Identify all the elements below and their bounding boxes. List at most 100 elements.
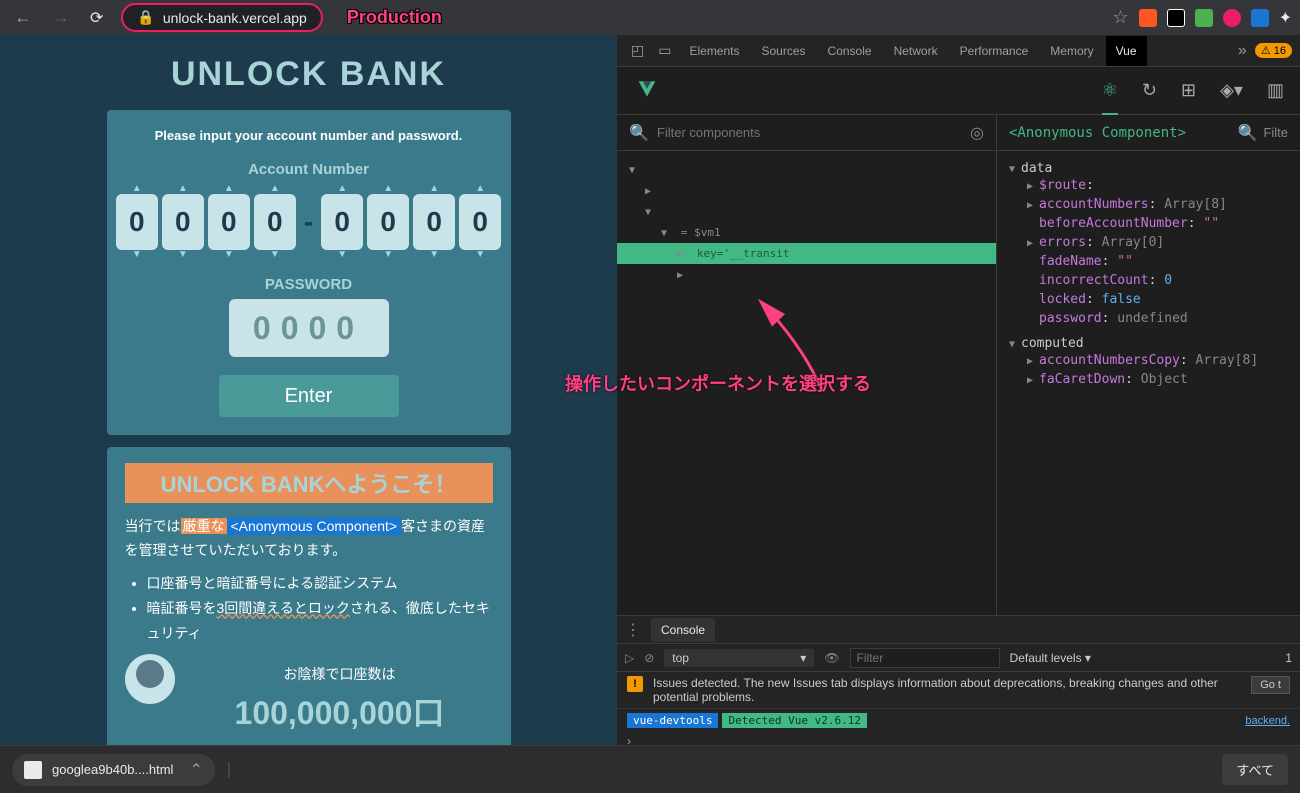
caret-up-icon[interactable]: ▲ xyxy=(270,184,280,194)
digit-box[interactable]: 0 xyxy=(459,194,501,250)
tab-elements[interactable]: Elements xyxy=(679,36,749,66)
components-tab-icon[interactable]: ⚛ xyxy=(1102,80,1118,115)
caret-down-icon[interactable]: ▼ xyxy=(475,250,485,260)
nav-forward-icon[interactable]: → xyxy=(46,7,76,28)
extension-icon[interactable] xyxy=(1167,9,1185,27)
caret-up-icon[interactable]: ▲ xyxy=(224,184,234,194)
caret-down-icon[interactable]: ▼ xyxy=(429,250,439,260)
eye-icon[interactable]: 👁 xyxy=(824,651,839,665)
data-property-row[interactable]: ▶accountNumbersCopy: Array[8] xyxy=(1009,351,1288,370)
nav-back-icon[interactable]: ← xyxy=(8,7,38,28)
list-item: 暗証番号を3回間違えるとロックされる、徹底したセキュリティ xyxy=(147,596,493,646)
timeline-tab-icon[interactable]: ↻ xyxy=(1142,80,1157,101)
caret-down-icon[interactable]: ▼ xyxy=(270,250,280,260)
select-in-page-icon[interactable]: ◎ xyxy=(970,123,984,143)
console-context-select[interactable]: top ▾ xyxy=(664,649,814,667)
enter-button[interactable]: Enter xyxy=(219,375,399,417)
bookmark-star-icon[interactable]: ☆ xyxy=(1112,7,1128,28)
caret-down-icon[interactable]: ▼ xyxy=(178,250,188,260)
store-tab-icon[interactable]: ◈▾ xyxy=(1220,80,1243,101)
extension-icon[interactable] xyxy=(1139,9,1157,27)
tab-vue[interactable]: Vue xyxy=(1106,36,1147,66)
tree-node[interactable]: ▶ xyxy=(617,180,996,201)
digit-box[interactable]: 0 xyxy=(254,194,296,250)
component-data-body[interactable]: ▼data ▶$route: ▶accountNumbers: Array[8]… xyxy=(997,151,1300,615)
console-message-row[interactable]: ! Issues detected. The new Issues tab di… xyxy=(617,672,1300,709)
extension-icon[interactable] xyxy=(1251,9,1269,27)
data-property-row[interactable]: incorrectCount: 0 xyxy=(1009,271,1288,290)
reload-icon[interactable]: ⟳ xyxy=(84,8,109,28)
warnings-badge[interactable]: ⚠ 16 xyxy=(1255,43,1292,58)
selected-component-name: <Anonymous Component> xyxy=(1009,125,1186,141)
caret-down-icon[interactable]: ▼ xyxy=(383,250,393,260)
data-property-row[interactable]: ▶accountNumbers: Array[8] xyxy=(1009,195,1288,214)
search-icon[interactable]: 🔍 xyxy=(1238,123,1258,143)
account-number-input: ▲0▼ ▲0▼ ▲0▼ ▲0▼ - ▲0▼ ▲0▼ ▲0▼ ▲0▼ xyxy=(125,184,493,260)
routes-tab-icon[interactable]: ⊞ xyxy=(1181,80,1196,101)
digit-box[interactable]: 0 xyxy=(208,194,250,250)
show-all-downloads-button[interactable]: すべて xyxy=(1222,754,1288,785)
computed-section-label[interactable]: computed xyxy=(1021,336,1084,351)
tab-memory[interactable]: Memory xyxy=(1040,36,1103,66)
caret-down-icon[interactable]: ▼ xyxy=(224,250,234,260)
data-property-row[interactable]: ▶faCaretDown: Object xyxy=(1009,370,1288,389)
digit-box[interactable]: 0 xyxy=(321,194,363,250)
caret-up-icon[interactable]: ▲ xyxy=(337,184,347,194)
caret-down-icon[interactable]: ▼ xyxy=(132,250,142,260)
digit-box[interactable]: 0 xyxy=(162,194,204,250)
avatar xyxy=(125,654,175,704)
device-toggle-icon[interactable]: ▭ xyxy=(652,42,677,59)
tree-node[interactable]: ▼ = $vm1 xyxy=(617,222,996,243)
app-viewport: UNLOCK BANK Please input your account nu… xyxy=(0,35,617,745)
data-property-row[interactable]: ▶errors: Array[0] xyxy=(1009,233,1288,252)
tab-performance[interactable]: Performance xyxy=(950,36,1039,66)
extensions-menu-icon[interactable]: ✦ xyxy=(1279,8,1292,28)
caret-up-icon[interactable]: ▲ xyxy=(178,184,188,194)
download-item[interactable]: googlea9b40b....html ⌃ xyxy=(12,754,215,786)
more-tabs-icon[interactable]: » xyxy=(1238,42,1247,60)
data-section-label[interactable]: data xyxy=(1021,161,1052,176)
data-property-row[interactable]: fadeName: "" xyxy=(1009,252,1288,271)
tree-node[interactable]: ▼ xyxy=(617,201,996,222)
console-filter-input[interactable] xyxy=(850,648,1000,668)
digit-box[interactable]: 0 xyxy=(413,194,455,250)
tab-console[interactable]: Console xyxy=(818,36,882,66)
data-property-row[interactable]: ▶$route: xyxy=(1009,176,1288,195)
vue-devtools-tag: vue-devtools xyxy=(627,713,718,728)
tab-sources[interactable]: Sources xyxy=(752,36,816,66)
console-levels-select[interactable]: Default levels ▾ xyxy=(1010,651,1091,665)
login-card: Please input your account number and pas… xyxy=(107,110,511,435)
tab-network[interactable]: Network xyxy=(884,36,948,66)
console-play-icon[interactable]: ▷ xyxy=(625,651,634,665)
console-tab[interactable]: Console xyxy=(651,618,715,642)
goto-issues-button[interactable]: Go t xyxy=(1251,676,1290,694)
tree-node[interactable]: ▶ key='__transit xyxy=(617,243,996,264)
caret-up-icon[interactable]: ▲ xyxy=(429,184,439,194)
address-bar[interactable]: 🔒 unlock-bank.vercel.app xyxy=(121,3,322,32)
tree-node[interactable]: ▼ xyxy=(617,159,996,180)
caret-up-icon[interactable]: ▲ xyxy=(383,184,393,194)
digit-box[interactable]: 0 xyxy=(116,194,158,250)
caret-down-icon[interactable]: ▼ xyxy=(337,250,347,260)
data-property-row[interactable]: locked: false xyxy=(1009,290,1288,309)
inspect-element-icon[interactable]: ◰ xyxy=(625,42,650,59)
chevron-up-icon[interactable]: ⌃ xyxy=(189,760,202,780)
extension-icon[interactable] xyxy=(1195,9,1213,27)
data-property-row[interactable]: password: undefined xyxy=(1009,309,1288,328)
console-clear-icon[interactable]: ⊘ xyxy=(644,651,654,665)
inspector-filter[interactable]: Filte xyxy=(1263,125,1288,140)
source-link[interactable]: backend. xyxy=(1245,715,1290,727)
caret-up-icon[interactable]: ▲ xyxy=(475,184,485,194)
digit-box[interactable]: 0 xyxy=(367,194,409,250)
component-filter-input[interactable] xyxy=(657,125,970,140)
extension-icon[interactable] xyxy=(1223,9,1241,27)
data-property-row[interactable]: beforeAccountNumber: "" xyxy=(1009,214,1288,233)
stats-icon[interactable]: ▥ xyxy=(1267,80,1284,101)
console-message-row[interactable]: vue-devtools Detected Vue v2.6.12 backen… xyxy=(617,709,1300,732)
password-input[interactable]: 0000 xyxy=(229,299,389,357)
tree-node[interactable]: ▶ xyxy=(617,264,996,285)
downloads-bar: googlea9b40b....html ⌃ | すべて xyxy=(0,745,1300,793)
console-prompt[interactable]: › xyxy=(617,732,1300,745)
caret-up-icon[interactable]: ▲ xyxy=(132,184,142,194)
drawer-menu-icon[interactable]: ⋮ xyxy=(625,620,641,640)
